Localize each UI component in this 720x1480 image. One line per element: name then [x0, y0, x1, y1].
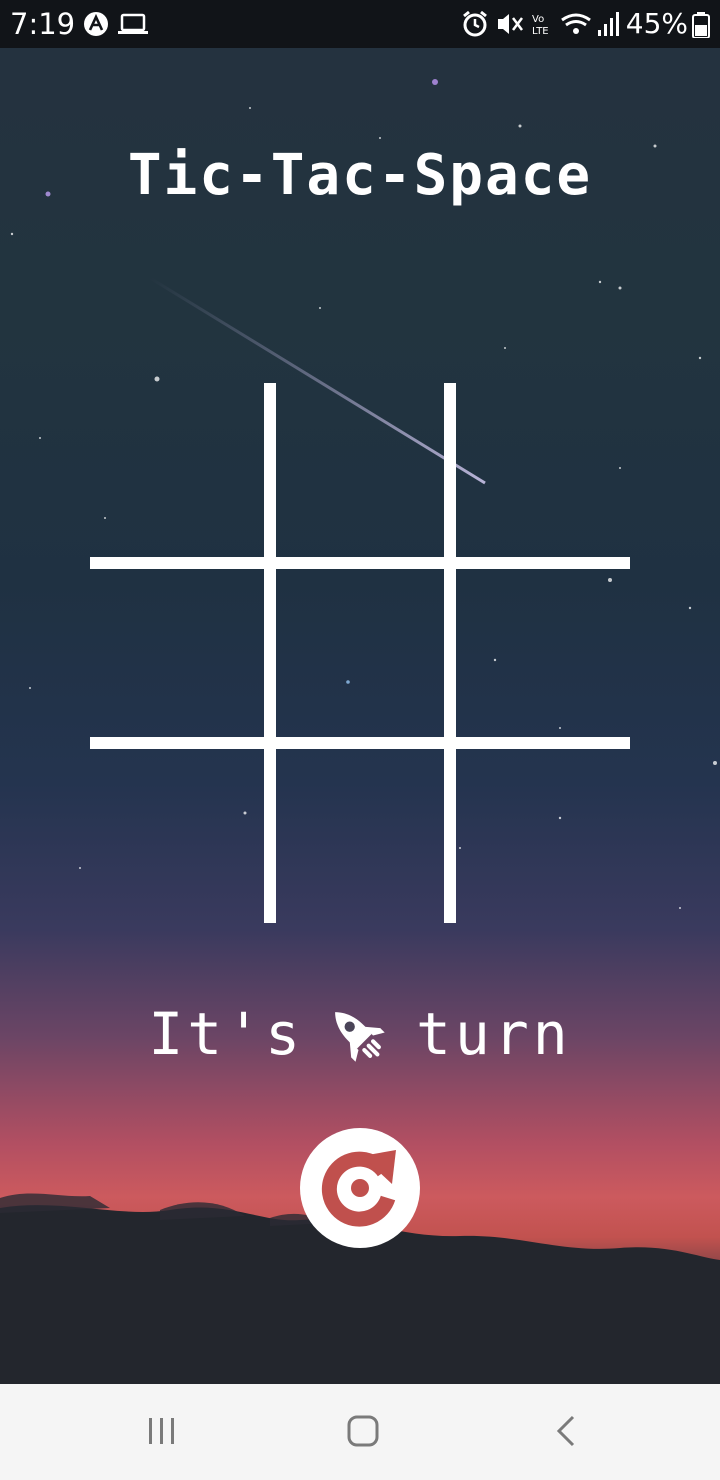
mute-icon [498, 14, 523, 34]
board-cell-7[interactable] [270, 743, 450, 923]
a-circle-icon [84, 12, 108, 36]
wifi-icon [561, 13, 591, 34]
board-cell-1[interactable] [270, 383, 450, 563]
signal-icon [598, 12, 619, 36]
board-cell-8[interactable] [450, 743, 630, 923]
system-nav-bar [0, 1384, 720, 1480]
grid-line-vertical-2 [444, 383, 456, 923]
rocket-icon [335, 1012, 385, 1062]
restart-icon [321, 1150, 396, 1227]
board-cell-0[interactable] [90, 383, 270, 563]
grid-line-vertical-1 [264, 383, 276, 923]
status-bar: 7:19 Vo LTE 45% [0, 0, 720, 48]
svg-text:Vo: Vo [532, 14, 544, 25]
recent-apps-icon[interactable] [132, 1408, 192, 1456]
board-cell-6[interactable] [90, 743, 270, 923]
board-cell-2[interactable] [450, 383, 630, 563]
board-cell-5[interactable] [450, 563, 630, 743]
restart-button[interactable] [300, 1128, 420, 1248]
volte-icon: Vo LTE [532, 14, 549, 37]
back-icon[interactable] [535, 1408, 595, 1456]
turn-suffix: turn [416, 999, 572, 1068]
game-board [90, 383, 630, 923]
board-cell-4[interactable] [270, 563, 450, 743]
status-time: 7:19 [10, 7, 76, 41]
status-right-icons: Vo LTE [463, 10, 619, 37]
grid-line-horizontal-2 [90, 737, 630, 749]
laptop-icon [118, 13, 148, 34]
alarm-icon [463, 10, 487, 37]
status-left-icons [84, 12, 148, 36]
grid-line-horizontal-1 [90, 557, 630, 569]
svg-text:LTE: LTE [532, 26, 549, 37]
battery-percent: 45% [625, 7, 688, 40]
home-icon[interactable] [333, 1408, 393, 1456]
turn-indicator: It's turn [0, 994, 720, 1068]
battery-icon [692, 12, 710, 38]
page-title: Tic-Tac-Space [127, 143, 593, 208]
turn-prefix: It's [148, 999, 304, 1068]
board-cell-3[interactable] [90, 563, 270, 743]
